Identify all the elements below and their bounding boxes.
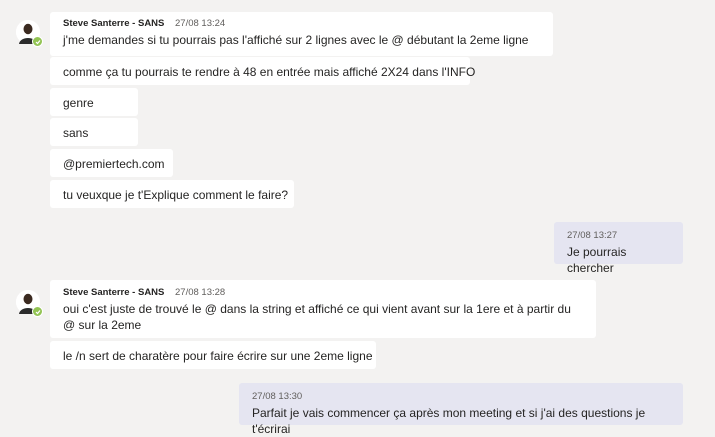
message-header: Steve Santerre - SANS 27/08 13:28 [63, 287, 584, 299]
message-text: @premiertech.com [63, 157, 165, 171]
avatar[interactable] [16, 20, 43, 47]
author-name: Steve Santerre - SANS [63, 287, 165, 298]
message-text: oui c'est juste de trouvé le @ dans la s… [63, 302, 571, 332]
message-text: sans [63, 126, 89, 140]
author-name: Steve Santerre - SANS [63, 18, 165, 29]
message-text: genre [63, 96, 94, 110]
available-check-icon [32, 306, 43, 317]
timestamp: 27/08 13:27 [567, 230, 618, 241]
message-text: Je pourrais chercher [567, 245, 627, 275]
available-check-icon [32, 36, 43, 47]
message-bubble[interactable]: genre [50, 88, 138, 116]
message-text: j'me demandes si tu pourrais pas l'affic… [63, 33, 529, 47]
my-message-bubble[interactable]: 27/08 13:30 Parfait je vais commencer ça… [239, 383, 683, 436]
message-bubble[interactable]: sans [50, 118, 138, 146]
message-text: Parfait je vais commencer ça après mon m… [252, 406, 646, 436]
message-header: Steve Santerre - SANS 27/08 13:24 [63, 18, 541, 30]
message-bubble[interactable]: le /n sert de charatère pour faire écrir… [50, 341, 376, 369]
timestamp: 27/08 13:30 [252, 391, 303, 402]
avatar[interactable] [16, 290, 43, 317]
my-message-bubble[interactable]: 27/08 13:27 Je pourrais chercher [554, 222, 683, 275]
message-text: le /n sert de charatère pour faire écrir… [63, 349, 373, 363]
message-bubble[interactable]: comme ça tu pourrais te rendre à 48 en e… [50, 57, 475, 85]
message-text: tu veuxque je t'Explique comment le fair… [63, 188, 289, 202]
timestamp: 27/08 13:28 [175, 287, 226, 298]
message-bubble[interactable]: Steve Santerre - SANS 27/08 13:28 oui c'… [50, 280, 596, 338]
message-bubble[interactable]: tu veuxque je t'Explique comment le fair… [50, 180, 294, 208]
timestamp: 27/08 13:24 [175, 18, 226, 29]
message-bubble[interactable]: @premiertech.com [50, 149, 173, 177]
message-text: comme ça tu pourrais te rendre à 48 en e… [63, 65, 476, 79]
message-bubble[interactable]: Steve Santerre - SANS 27/08 13:24 j'me d… [50, 12, 553, 56]
